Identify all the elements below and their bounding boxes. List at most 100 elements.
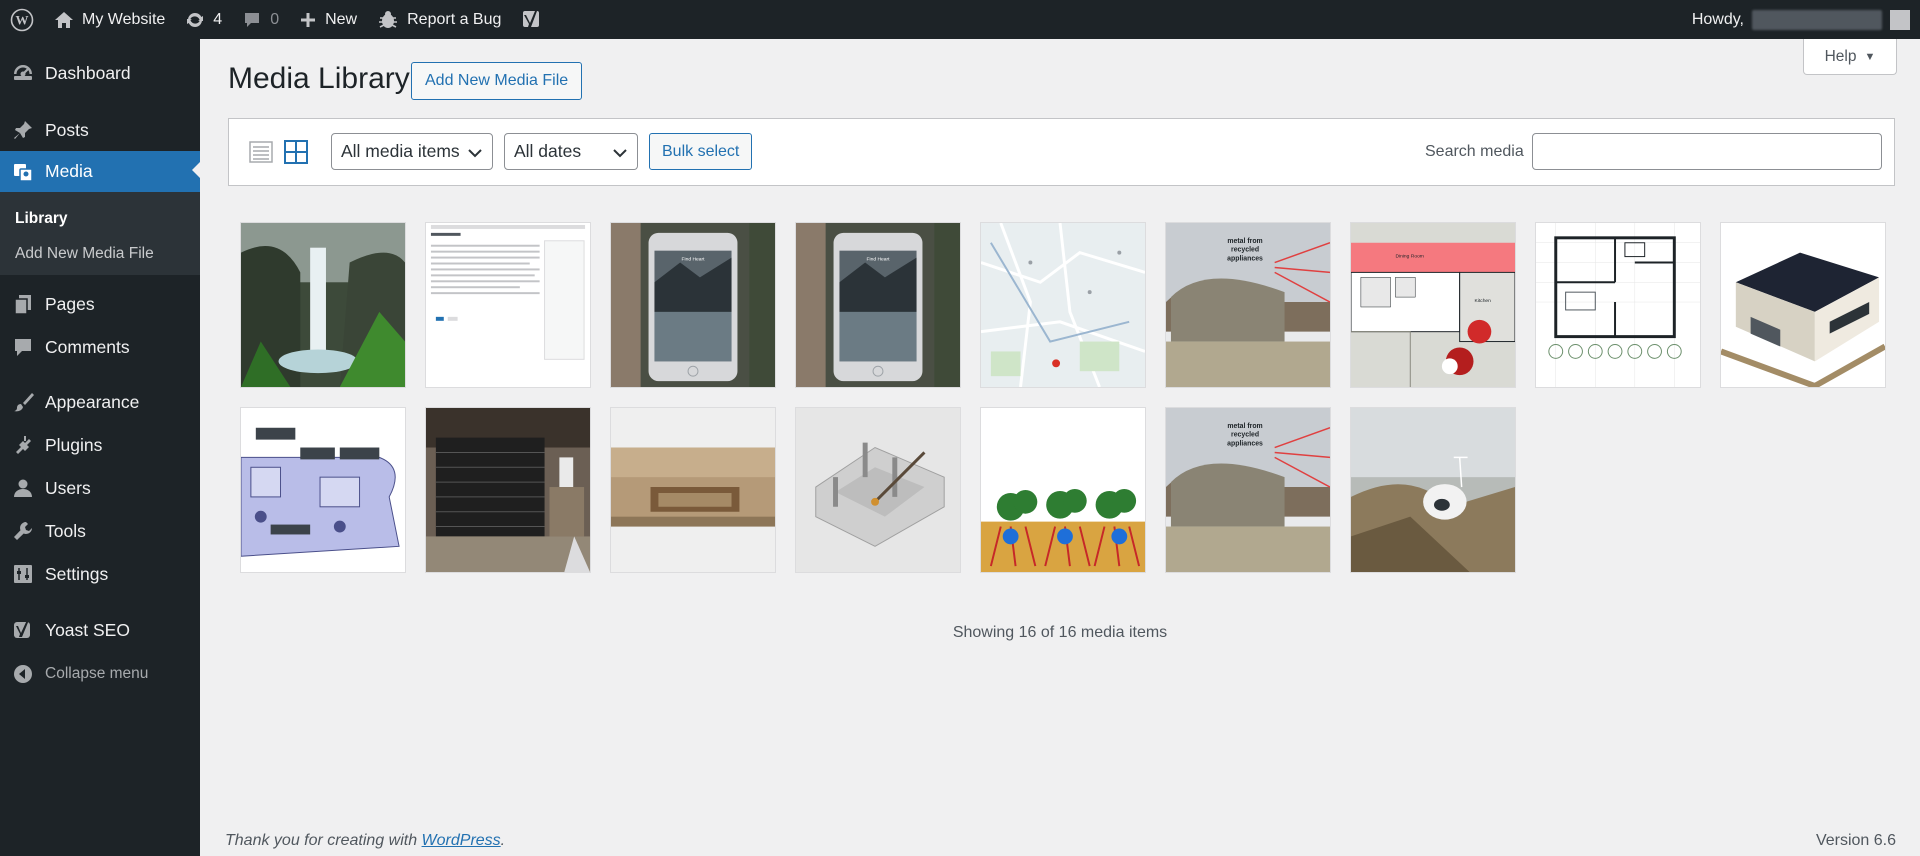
media-thumbnail[interactable] [1720,222,1886,388]
collapse-menu-button[interactable]: Collapse menu [0,655,200,693]
menu-label-dashboard: Dashboard [45,62,131,83]
plug-icon [12,434,34,456]
media-thumbnail[interactable] [1535,222,1701,388]
phone-screen-title: Find Heart [867,257,891,263]
date-filter[interactable]: All dates [504,133,638,170]
page-title: Media Library [228,62,410,95]
dashboard-icon [12,62,34,84]
media-thumbnail[interactable] [610,407,776,573]
menu-label-media: Media [45,161,93,181]
media-thumbnail[interactable]: metal from recycled appliances [1165,407,1331,573]
menu-item-comments[interactable]: Comments [0,328,200,366]
media-toolbar: All media items All dates Bulk select Se… [228,118,1895,186]
brush-icon [12,391,34,413]
media-thumbnail[interactable]: Find Heart [610,222,776,388]
howdy-label: Howdy, [1691,10,1744,28]
menu-label-posts: Posts [45,119,89,140]
menu-label-comments: Comments [45,336,130,357]
wordpress-logo-icon[interactable]: W [0,0,44,39]
new-content-link[interactable]: New [289,0,367,39]
menu-item-appearance[interactable]: Appearance [0,383,200,421]
plus-icon [301,12,316,27]
comment-icon [12,336,34,358]
updates-link[interactable]: 4 [175,0,232,39]
admin-bar: W My Website 4 0 New Report a Bug Howdy, [0,0,1920,39]
media-thumbnail[interactable] [980,407,1146,573]
menu-item-yoast-seo[interactable]: Yoast SEO [0,611,200,649]
media-thumbnail[interactable] [425,407,591,573]
menu-label-pages: Pages [45,293,95,314]
updates-icon [187,12,204,27]
media-thumbnail[interactable] [1350,407,1516,573]
chevron-down-icon [468,149,482,158]
main-content: Help ▼ Media Library Add New Media File … [200,39,1920,856]
search-media-input[interactable] [1532,133,1882,170]
collapse-menu-label: Collapse menu [45,665,149,682]
new-label: New [325,10,358,28]
yoast-icon [12,619,34,641]
diagram-label-line-1: metal from [1227,238,1262,245]
redacted-username [1752,9,1882,30]
menu-label-plugins: Plugins [45,434,103,455]
plan-label-dining: Dining Room [1395,254,1423,260]
settings-icon [12,563,34,585]
menu-label-yoast-seo: Yoast SEO [45,619,130,640]
help-tab-button[interactable]: Help ▼ [1803,39,1897,75]
media-thumbnail[interactable]: Find Heart [795,222,961,388]
my-account[interactable]: Howdy, [1692,0,1910,39]
site-name-link[interactable]: My Website [44,0,175,39]
media-type-filter[interactable]: All media items [331,133,493,170]
menu-item-tools[interactable]: Tools [0,512,200,550]
phone-screen-title: Find Heart [682,257,706,263]
plan-label-kitchen: Kitchen [1474,298,1491,304]
comment-icon [245,12,260,27]
bulk-select-button[interactable]: Bulk select [649,133,753,170]
menu-item-posts[interactable]: Posts [0,111,200,149]
diagram-label-line-3: appliances [1227,441,1263,448]
report-bug-label: Report a Bug [407,10,502,28]
add-new-media-button[interactable]: Add New Media File [411,62,583,100]
media-icon [12,161,34,183]
media-thumbnail[interactable]: metal from recycled appliances [1165,222,1331,388]
menu-item-media[interactable]: Media [0,151,200,192]
avatar [1890,9,1910,30]
pin-icon [12,119,34,141]
media-thumbnail[interactable] [980,222,1146,388]
menu-item-users[interactable]: Users [0,469,200,507]
submenu-item-add-new-media-file[interactable]: Add New Media File [15,245,154,263]
help-label: Help [1824,47,1857,65]
media-thumbnail[interactable]: Dining Room Kitchen [1350,222,1516,388]
menu-item-plugins[interactable]: Plugins [0,426,200,464]
list-view-icon[interactable] [249,140,273,169]
media-thumbnail[interactable] [425,222,591,388]
home-icon [55,11,73,28]
site-name: My Website [82,10,166,28]
report-bug-link[interactable]: Report a Bug [367,0,511,39]
wordpress-link[interactable]: WordPress [422,832,501,849]
page-icon [12,293,34,315]
submenu-item-library[interactable]: Library [15,210,68,228]
menu-label-tools: Tools [45,520,86,541]
menu-label-settings: Settings [45,563,109,584]
yoast-adminbar-link[interactable] [511,0,551,39]
footer-thanks-suffix: . [500,832,506,849]
menu-label-users: Users [45,477,91,498]
chevron-down-icon [613,149,627,158]
comments-count: 0 [270,10,280,28]
diagram-label-line-1: metal from [1227,423,1262,430]
menu-item-pages[interactable]: Pages [0,285,200,323]
menu-item-settings[interactable]: Settings [0,555,200,593]
media-thumbnail[interactable] [240,407,406,573]
date-filter-value: All dates [514,141,582,161]
collapse-arrow-icon [12,663,34,685]
comments-link[interactable]: 0 [232,0,289,39]
updates-count: 4 [213,10,223,28]
menu-item-dashboard[interactable]: Dashboard [0,54,200,92]
media-submenu: Library Add New Media File [0,192,200,275]
grid-view-icon[interactable] [284,140,308,169]
yoast-icon [523,10,540,27]
media-thumbnail[interactable] [795,407,961,573]
diagram-label-line-3: appliances [1227,256,1263,263]
media-thumbnail[interactable] [240,222,406,388]
wrench-icon [12,520,34,542]
